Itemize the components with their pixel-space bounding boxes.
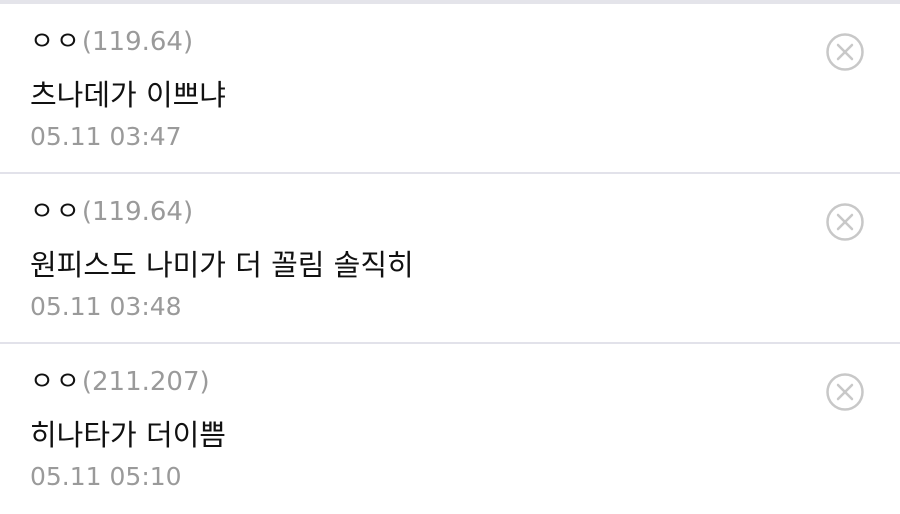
author-nickname: ㅇㅇ — [30, 27, 82, 57]
comment-item: ㅇㅇ(211.207) 히나타가 더이쁨 05.11 05:10 — [0, 344, 900, 514]
comment-author: ㅇㅇ(119.64) — [30, 194, 193, 230]
author-nickname: ㅇㅇ — [30, 197, 82, 227]
delete-comment-button[interactable] — [825, 202, 865, 242]
author-ip: (211.207) — [81, 367, 210, 397]
comment-text: 원피스도 나미가 더 꼴림 솔직히 — [30, 248, 414, 282]
delete-comment-button[interactable] — [825, 372, 865, 412]
delete-comment-button[interactable] — [825, 32, 865, 72]
comment-author: ㅇㅇ(119.64) — [30, 24, 193, 60]
author-ip: (119.64) — [81, 27, 194, 57]
author-ip: (119.64) — [81, 197, 194, 227]
comment-timestamp: 05.11 05:10 — [30, 462, 182, 491]
comment-timestamp: 05.11 03:47 — [30, 122, 182, 151]
close-circle-icon — [826, 33, 864, 71]
comment-item: ㅇㅇ(119.64) 원피스도 나미가 더 꼴림 솔직히 05.11 03:48 — [0, 174, 900, 344]
comment-timestamp: 05.11 03:48 — [30, 292, 182, 321]
author-nickname: ㅇㅇ — [30, 367, 82, 397]
comment-text: 히나타가 더이쁨 — [30, 418, 226, 452]
comment-item: ㅇㅇ(119.64) 츠나데가 이쁘냐 05.11 03:47 — [0, 4, 900, 174]
close-circle-icon — [826, 203, 864, 241]
comment-author: ㅇㅇ(211.207) — [30, 364, 210, 400]
close-circle-icon — [826, 373, 864, 411]
comment-text: 츠나데가 이쁘냐 — [30, 78, 226, 112]
